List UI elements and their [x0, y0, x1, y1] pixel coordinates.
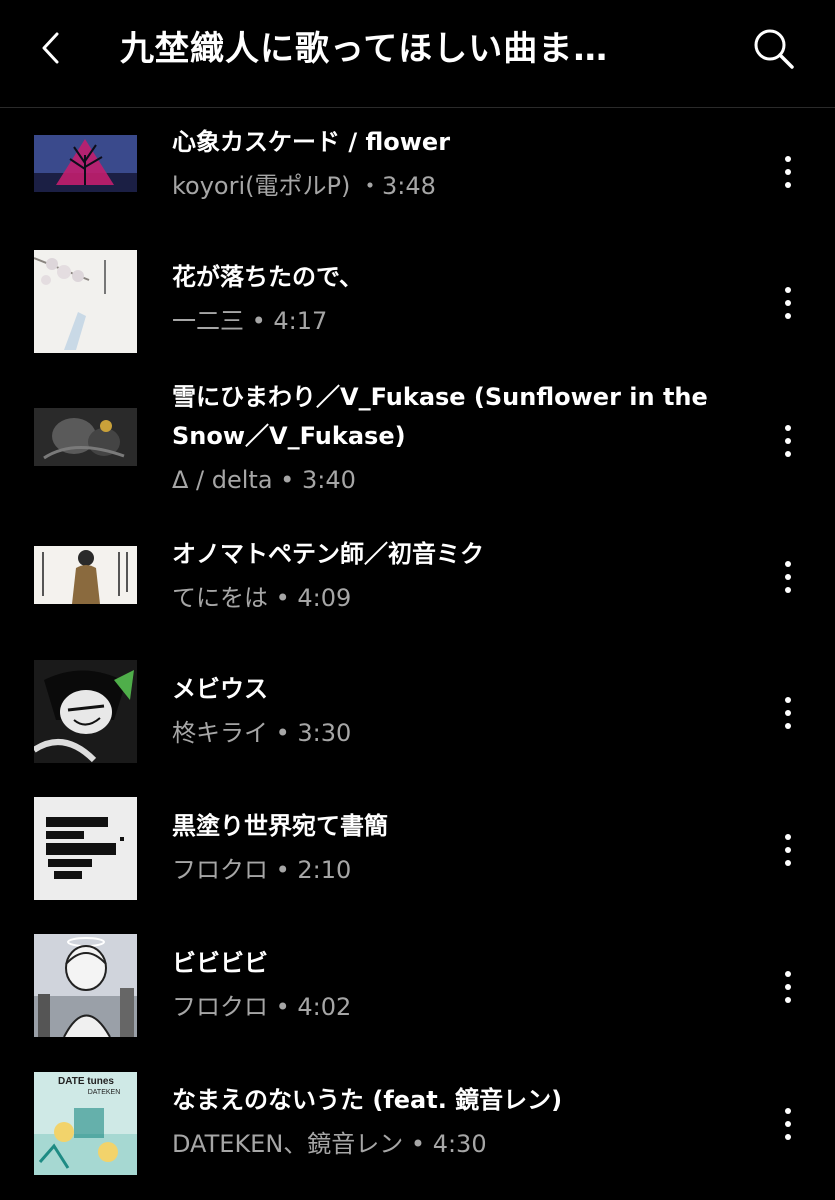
more-options-button[interactable] — [770, 421, 806, 461]
search-button[interactable] — [748, 24, 800, 72]
more-options-button[interactable] — [770, 557, 806, 597]
song-title: 花が落ちたので、 — [172, 263, 364, 291]
song-title: 心象カスケード / flower — [172, 128, 451, 156]
song-row[interactable]: オノマトペテン師／初音ミク てにをは • 4:09 — [0, 529, 835, 650]
song-info: 心象カスケード / flower koyori(電ポルP) ・3:48 — [172, 123, 712, 204]
more-options-button[interactable] — [770, 967, 806, 1007]
album-art — [34, 408, 137, 466]
song-row[interactable]: メビウス 柊キライ • 3:30 — [0, 650, 835, 787]
more-options-button[interactable] — [770, 830, 806, 870]
song-title: ビビビビ — [172, 949, 268, 977]
album-art — [34, 135, 137, 192]
album-art: DATE tunes DATEKEN — [34, 1072, 137, 1175]
back-button[interactable] — [30, 24, 74, 72]
chevron-left-icon — [42, 32, 59, 64]
song-info: メビウス 柊キライ • 3:30 — [172, 670, 712, 751]
song-row[interactable]: 花が落ちたので、 一二三 • 4:17 — [0, 247, 835, 373]
album-art — [34, 797, 137, 900]
song-info: ビビビビ フロクロ • 4:02 — [172, 944, 712, 1025]
more-vertical-icon — [785, 971, 791, 977]
song-row[interactable]: DATE tunes DATEKEN なまえのないうた (feat. 鏡音レン)… — [0, 1061, 835, 1200]
more-options-button[interactable] — [770, 693, 806, 733]
song-title: 雪にひまわり／V_Fukase (Sunflower in the Snow／V… — [172, 383, 708, 450]
album-subtext: DATEKEN — [88, 1089, 121, 1096]
album-art — [34, 250, 137, 353]
album-art — [34, 934, 137, 1037]
song-title: なまえのないうた (feat. 鏡音レン) — [172, 1086, 563, 1114]
song-info: 黒塗り世界宛て書簡 フロクロ • 2:10 — [172, 807, 712, 888]
song-meta: 柊キライ • 3:30 — [172, 719, 352, 747]
more-options-button[interactable] — [770, 152, 806, 192]
song-meta: Δ / delta • 3:40 — [172, 466, 356, 494]
song-info: 花が落ちたので、 一二三 • 4:17 — [172, 258, 712, 339]
song-row[interactable]: ビビビビ フロクロ • 4:02 — [0, 924, 835, 1061]
album-art — [34, 546, 137, 604]
more-vertical-icon — [785, 697, 791, 703]
more-vertical-icon — [785, 561, 791, 567]
more-vertical-icon — [785, 834, 791, 840]
more-options-button[interactable] — [770, 1104, 806, 1144]
song-info: 雪にひまわり／V_Fukase (Sunflower in the Snow／V… — [172, 378, 712, 498]
song-meta: フロクロ • 2:10 — [172, 856, 352, 884]
song-meta: てにをは • 4:09 — [172, 584, 352, 612]
song-meta: koyori(電ポルP) ・3:48 — [172, 172, 436, 200]
more-vertical-icon — [785, 1108, 791, 1114]
playlist-title: 九埜織人に歌ってほしい曲ま… — [120, 29, 609, 69]
song-title: オノマトペテン師／初音ミク — [172, 540, 484, 568]
song-row[interactable]: 黒塗り世界宛て書簡 フロクロ • 2:10 — [0, 787, 835, 924]
more-vertical-icon — [785, 287, 791, 293]
app-header: 九埜織人に歌ってほしい曲ま… — [0, 0, 835, 108]
album-text: DATE tunes — [58, 1076, 114, 1087]
song-row[interactable]: 雪にひまわり／V_Fukase (Sunflower in the Snow／V… — [0, 373, 835, 529]
song-info: なまえのないうた (feat. 鏡音レン) DATEKEN、鏡音レン • 4:3… — [172, 1081, 712, 1162]
song-row[interactable]: 心象カスケード / flower koyori(電ポルP) ・3:48 — [0, 110, 835, 247]
album-art — [34, 660, 137, 763]
song-title: メビウス — [172, 675, 268, 703]
song-info: オノマトペテン師／初音ミク てにをは • 4:09 — [172, 535, 712, 616]
search-icon — [754, 29, 794, 69]
more-options-button[interactable] — [770, 283, 806, 323]
song-meta: 一二三 • 4:17 — [172, 307, 328, 335]
more-vertical-icon — [785, 425, 791, 431]
song-title: 黒塗り世界宛て書簡 — [172, 812, 388, 840]
more-vertical-icon — [785, 156, 791, 162]
song-meta: DATEKEN、鏡音レン • 4:30 — [172, 1130, 487, 1158]
song-meta: フロクロ • 4:02 — [172, 993, 352, 1021]
